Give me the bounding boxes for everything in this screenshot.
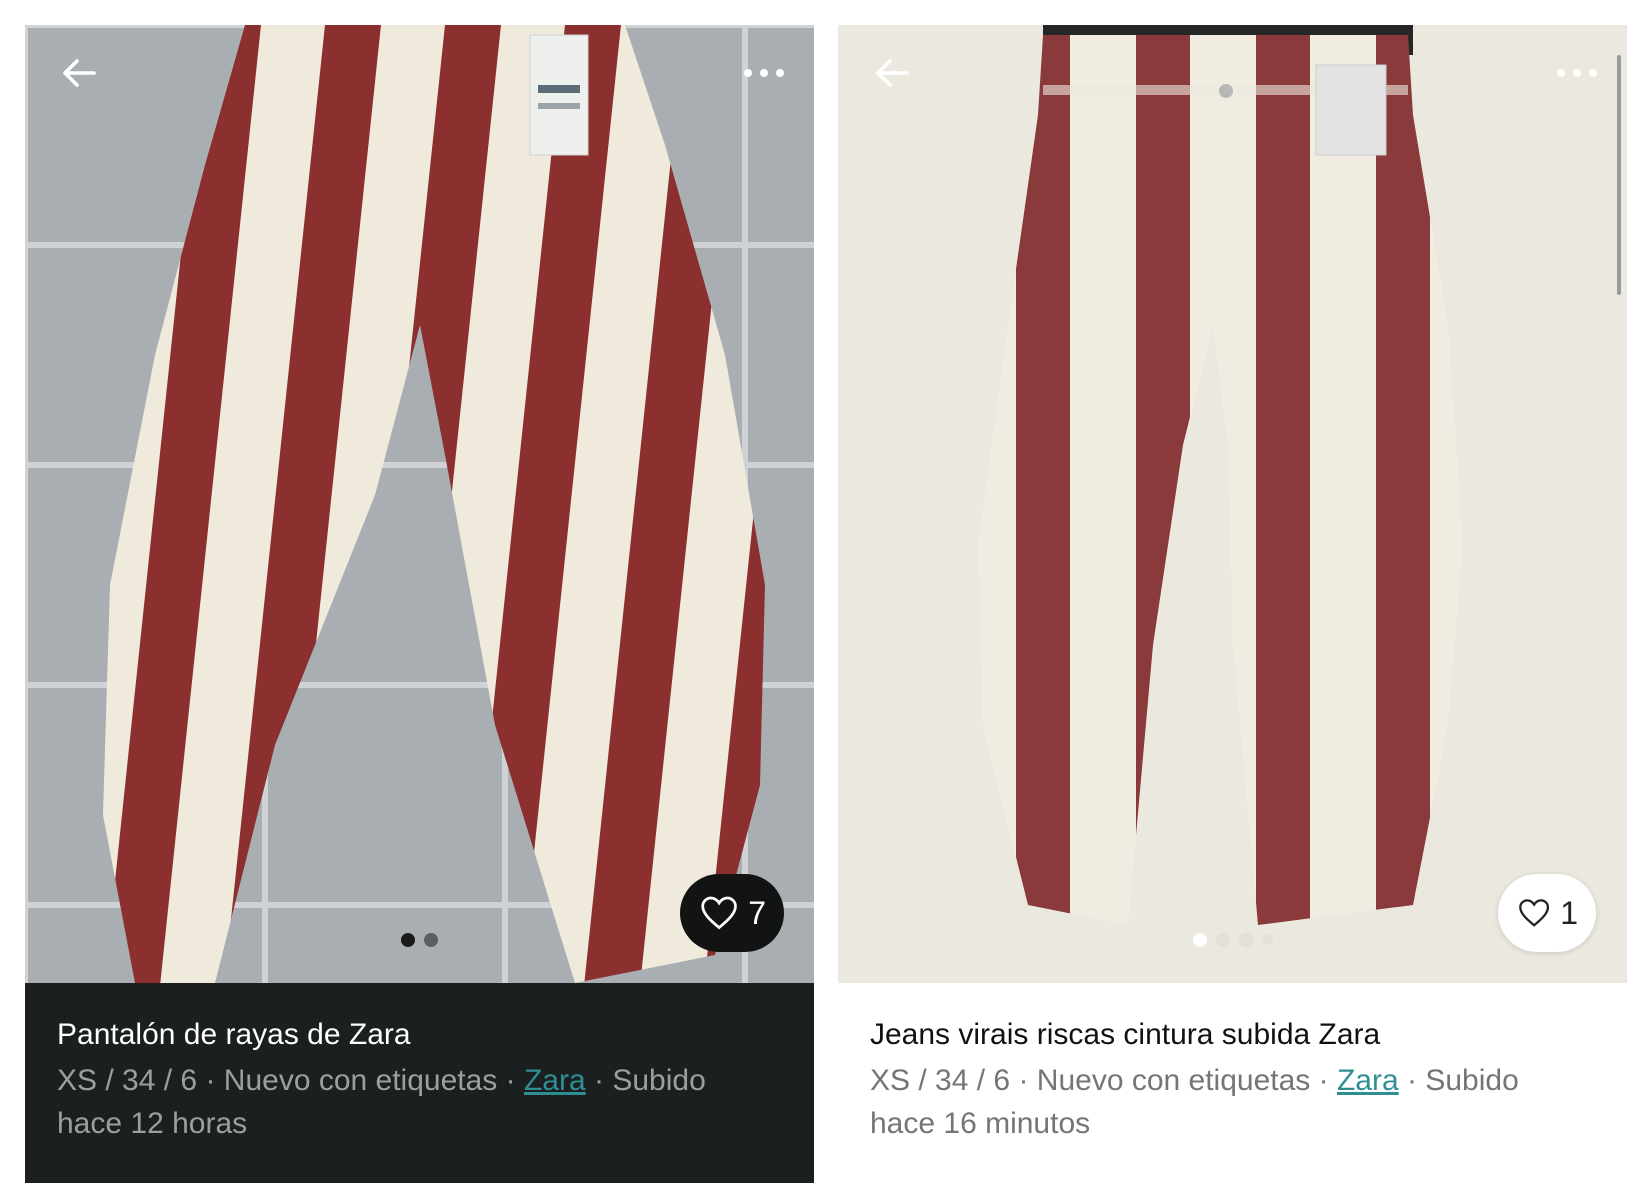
size-label: XS / 34 / 6 — [57, 1064, 198, 1097]
listing-card-right[interactable]: 1 Jeans virais riscas cintura subida Zar… — [838, 25, 1627, 1183]
uploaded-label: Subido — [612, 1064, 706, 1097]
separator: · — [1318, 1064, 1329, 1097]
favorite-button[interactable]: 1 — [1498, 874, 1596, 952]
separator: · — [205, 1064, 216, 1097]
separator: · — [594, 1064, 605, 1097]
condition-label: Nuevo con etiquetas — [223, 1064, 498, 1097]
separator: · — [505, 1064, 516, 1097]
uploaded-time: hace 16 minutos — [870, 1107, 1091, 1140]
pagination-dot[interactable] — [1238, 933, 1253, 947]
uploaded-time: hace 12 horas — [57, 1107, 248, 1140]
listing-info: Jeans virais riscas cintura subida Zara … — [870, 1015, 1610, 1145]
product-photo[interactable]: 7 — [25, 25, 814, 983]
listing-meta: XS / 34 / 6 · Nuevo con etiquetas · Zara… — [57, 1059, 797, 1145]
pagination-dot-active[interactable] — [1192, 933, 1207, 947]
scrollbar[interactable] — [1617, 55, 1621, 295]
pagination-dot-active[interactable] — [401, 933, 415, 947]
favorite-button[interactable]: 7 — [680, 874, 784, 952]
heart-icon — [1519, 899, 1550, 927]
product-photo[interactable]: 1 — [838, 25, 1627, 983]
size-label: XS / 34 / 6 — [870, 1064, 1011, 1097]
uploaded-label: Subido — [1425, 1064, 1519, 1097]
separator: · — [1407, 1064, 1418, 1097]
back-button[interactable] — [866, 47, 918, 99]
pagination-dot[interactable] — [1215, 933, 1230, 947]
more-dots-icon — [744, 69, 784, 77]
favorite-count: 1 — [1560, 894, 1578, 931]
more-options-button[interactable] — [738, 47, 790, 99]
pagination-dot[interactable] — [1261, 934, 1273, 945]
separator: · — [1018, 1064, 1029, 1097]
heart-icon — [701, 896, 737, 930]
more-options-button[interactable] — [1551, 47, 1603, 99]
pagination-dot[interactable] — [424, 933, 438, 947]
listing-info: Pantalón de rayas de Zara XS / 34 / 6 · … — [57, 1015, 797, 1145]
brand-link[interactable]: Zara — [1337, 1064, 1399, 1097]
brand-link[interactable]: Zara — [524, 1064, 586, 1097]
striped-pants-photo — [838, 25, 1627, 983]
listing-title[interactable]: Jeans virais riscas cintura subida Zara — [870, 1015, 1610, 1055]
listing-card-left[interactable]: 7 Pantalón de rayas de Zara XS / 34 / 6 … — [25, 25, 814, 1183]
favorite-count: 7 — [748, 894, 766, 931]
more-dots-icon — [1557, 69, 1597, 77]
condition-label: Nuevo con etiquetas — [1036, 1064, 1311, 1097]
arrow-left-icon — [876, 59, 909, 87]
listing-title[interactable]: Pantalón de rayas de Zara — [57, 1015, 797, 1055]
listing-meta: XS / 34 / 6 · Nuevo con etiquetas · Zara… — [870, 1059, 1610, 1145]
striped-pants-photo — [25, 25, 814, 983]
arrow-left-icon — [63, 59, 96, 87]
back-button[interactable] — [53, 47, 105, 99]
